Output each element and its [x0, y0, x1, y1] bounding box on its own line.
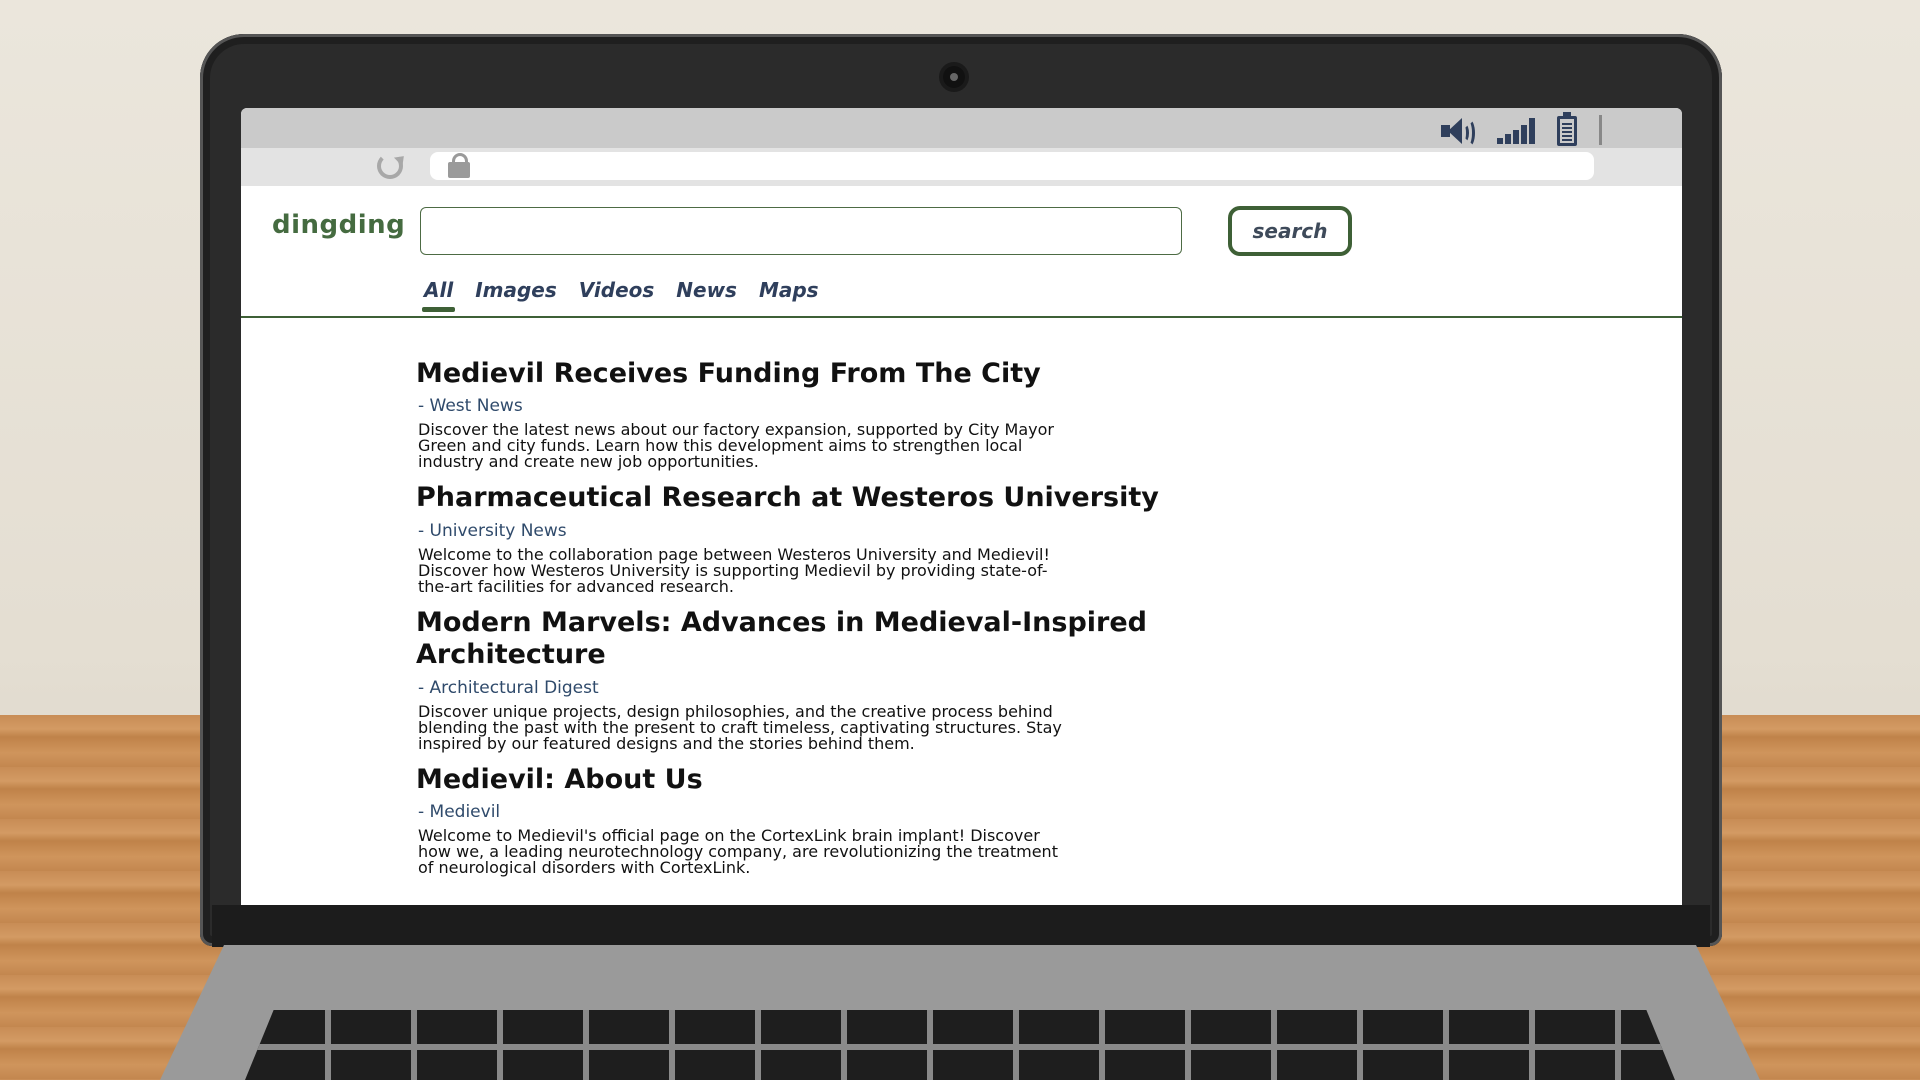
tab-images[interactable]: Images: [475, 278, 557, 310]
result-source: - Medievil: [418, 801, 501, 822]
search-button[interactable]: search: [1228, 206, 1352, 256]
result-title-link[interactable]: Medievil: About Us: [416, 764, 1316, 796]
address-bar-row: [241, 148, 1682, 186]
tab-news[interactable]: News: [676, 278, 737, 310]
signal-icon[interactable]: [1497, 116, 1535, 144]
result-title-link[interactable]: Modern Marvels: Advances in Medieval-Ins…: [416, 607, 1316, 672]
result-item: Medievil Receives Funding From The City …: [416, 358, 1316, 470]
speaker-icon[interactable]: [1441, 115, 1475, 147]
status-icons: [1441, 112, 1602, 147]
lock-icon: [448, 153, 470, 178]
header-divider: [241, 316, 1682, 318]
battery-icon[interactable]: [1557, 112, 1577, 146]
system-status-bar: [241, 108, 1682, 148]
result-item: Medievil: About Us - Medievil Welcome to…: [416, 764, 1316, 876]
result-snippet: Welcome to Medievil's official page on t…: [418, 825, 1058, 877]
webcam: [943, 66, 965, 88]
reload-icon[interactable]: [377, 153, 403, 179]
result-item: Modern Marvels: Advances in Medieval-Ins…: [416, 607, 1316, 752]
result-source: - West News: [418, 396, 523, 417]
result-snippet: Welcome to the collaboration page betwee…: [418, 544, 1050, 596]
result-title-link[interactable]: Medievil Receives Funding From The City: [416, 358, 1316, 390]
search-results: Medievil Receives Funding From The City …: [416, 358, 1316, 888]
site-logo[interactable]: dingding: [272, 210, 405, 240]
tab-maps[interactable]: Maps: [759, 278, 819, 310]
search-input[interactable]: [420, 207, 1182, 255]
result-item: Pharmaceutical Research at Westeros Univ…: [416, 482, 1316, 594]
result-source: - Architectural Digest: [418, 677, 599, 698]
result-snippet: Discover the latest news about our facto…: [418, 420, 1054, 472]
status-divider: [1599, 115, 1602, 145]
url-bar[interactable]: [430, 152, 1594, 180]
result-title-link[interactable]: Pharmaceutical Research at Westeros Univ…: [416, 482, 1316, 514]
browser-screen: dingding search All Images Videos News M…: [241, 108, 1682, 905]
search-tabs: All Images Videos News Maps: [421, 278, 819, 312]
tab-videos[interactable]: Videos: [579, 278, 655, 310]
keyboard: [245, 1010, 1675, 1080]
result-source: - University News: [418, 520, 567, 541]
tab-all[interactable]: All: [421, 278, 456, 312]
result-snippet: Discover unique projects, design philoso…: [418, 701, 1062, 753]
screen-bezel: [212, 905, 1710, 947]
